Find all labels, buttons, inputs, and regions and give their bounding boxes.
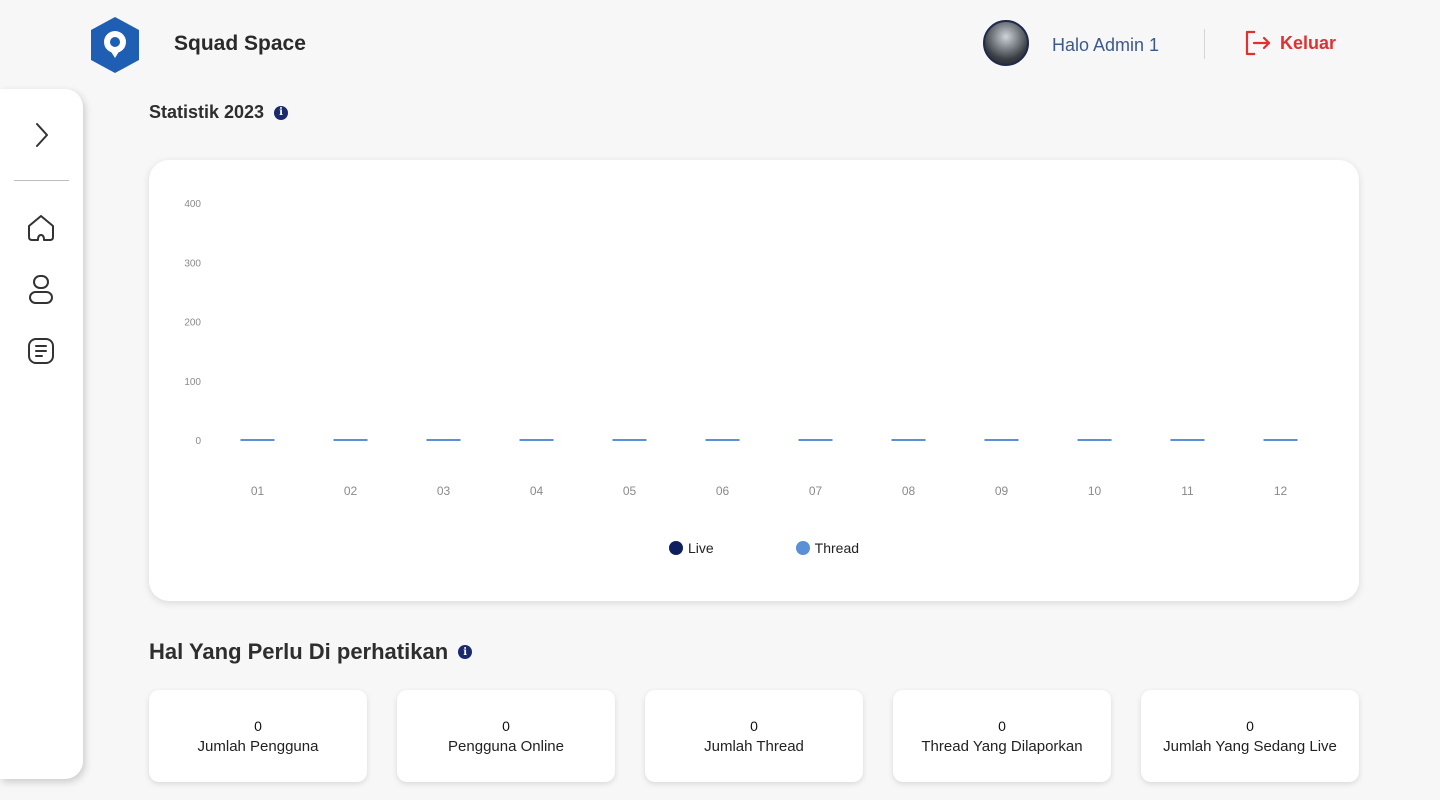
legend-item-live[interactable]: Live (649, 540, 714, 556)
attention-title: Hal Yang Perlu Di perhatikan i (149, 639, 473, 665)
x-tick-label: 08 (902, 484, 916, 498)
legend-label-live: Live (687, 540, 714, 556)
x-tick-label: 05 (623, 484, 637, 498)
stat-label: Pengguna Online (448, 738, 564, 755)
stat-card-total-threads: 0 Jumlah Thread (645, 690, 863, 782)
brand-name: Squad Space (174, 32, 306, 55)
stat-label: Jumlah Thread (704, 738, 804, 755)
x-tick-label: 02 (344, 484, 358, 498)
logout-button[interactable]: Keluar (1244, 30, 1336, 56)
chevron-right-icon (36, 123, 48, 147)
sidebar-item-home[interactable] (24, 211, 58, 245)
logout-icon (1245, 30, 1271, 56)
chart-legend: Live Thread (149, 540, 1359, 556)
x-tick-label: 11 (1181, 484, 1194, 498)
y-tick-label: 100 (184, 377, 201, 388)
user-greeting: Halo Admin 1 (1052, 35, 1160, 55)
y-tick-label: 200 (184, 318, 201, 329)
sidebar-item-threads[interactable] (24, 334, 58, 368)
sidebar-toggle-button[interactable] (24, 118, 58, 152)
stat-label: Jumlah Yang Sedang Live (1163, 738, 1337, 755)
bar-thread-01[interactable] (240, 439, 275, 441)
y-tick-label: 300 (184, 258, 201, 269)
bar-thread-02[interactable] (333, 439, 368, 441)
stat-value: 0 (750, 718, 758, 734)
bar-thread-06[interactable] (705, 439, 740, 441)
avatar[interactable] (983, 20, 1029, 66)
home-icon (28, 215, 54, 241)
legend-item-thread[interactable]: Thread (776, 540, 859, 556)
bar-thread-07[interactable] (798, 439, 833, 441)
statistics-chart: 0 100 200 300 400 01 02 03 04 05 06 07 08 09 10 11 12 Li… (149, 160, 1359, 601)
bar-thread-03[interactable] (426, 439, 461, 441)
chart-plot: 0 100 200 300 400 01 02 03 04 05 06 07 08 09 10 11 12 (184, 199, 1298, 498)
bar-thread-10[interactable] (1077, 439, 1112, 441)
y-tick-label: 0 (195, 436, 201, 447)
stat-label: Jumlah Pengguna (197, 738, 319, 755)
x-tick-label: 06 (716, 484, 730, 498)
x-tick-label: 03 (437, 484, 451, 498)
x-tick-label: 12 (1274, 484, 1288, 498)
user-icon (29, 275, 53, 304)
info-icon[interactable]: i (274, 105, 289, 120)
x-tick-label: 01 (251, 484, 265, 498)
attention-title-text: Hal Yang Perlu Di perhatikan (149, 639, 449, 664)
x-tick-label: 04 (530, 484, 544, 498)
x-tick-label: 07 (809, 484, 823, 498)
legend-dot-thread (795, 541, 810, 555)
y-tick-label: 400 (184, 199, 201, 210)
bar-thread-12[interactable] (1263, 439, 1298, 441)
document-icon (28, 338, 54, 364)
bar-thread-04[interactable] (519, 439, 554, 441)
stat-card-online-users: 0 Pengguna Online (397, 690, 615, 782)
stat-label: Thread Yang Dilaporkan (921, 738, 1083, 755)
sidebar-item-users[interactable] (24, 273, 58, 307)
sidebar-divider (14, 180, 69, 181)
bar-thread-05[interactable] (612, 439, 647, 441)
x-tick-label: 10 (1088, 484, 1102, 498)
stat-card-reported-threads: 0 Thread Yang Dilaporkan (893, 690, 1111, 782)
x-tick-label: 09 (995, 484, 1009, 498)
statistics-title: Statistik 2023 i (149, 102, 289, 123)
info-icon[interactable]: i (458, 645, 473, 659)
sidebar (0, 89, 83, 779)
stat-card-total-users: 0 Jumlah Pengguna (149, 690, 367, 782)
stat-card-live-count: 0 Jumlah Yang Sedang Live (1141, 690, 1359, 782)
header-divider (1204, 29, 1205, 59)
stat-value: 0 (502, 718, 510, 734)
bar-thread-08[interactable] (891, 439, 926, 441)
legend-dot-live (668, 541, 683, 555)
statistics-title-text: Statistik 2023 (149, 102, 265, 122)
squad-space-logo (91, 17, 139, 73)
bar-thread-09[interactable] (984, 439, 1019, 441)
logout-label: Keluar (1280, 32, 1337, 53)
bar-thread-11[interactable] (1170, 439, 1205, 441)
stat-value: 0 (1246, 718, 1254, 734)
legend-label-thread: Thread (814, 540, 860, 556)
stat-value: 0 (254, 718, 262, 734)
stat-value: 0 (998, 718, 1006, 734)
